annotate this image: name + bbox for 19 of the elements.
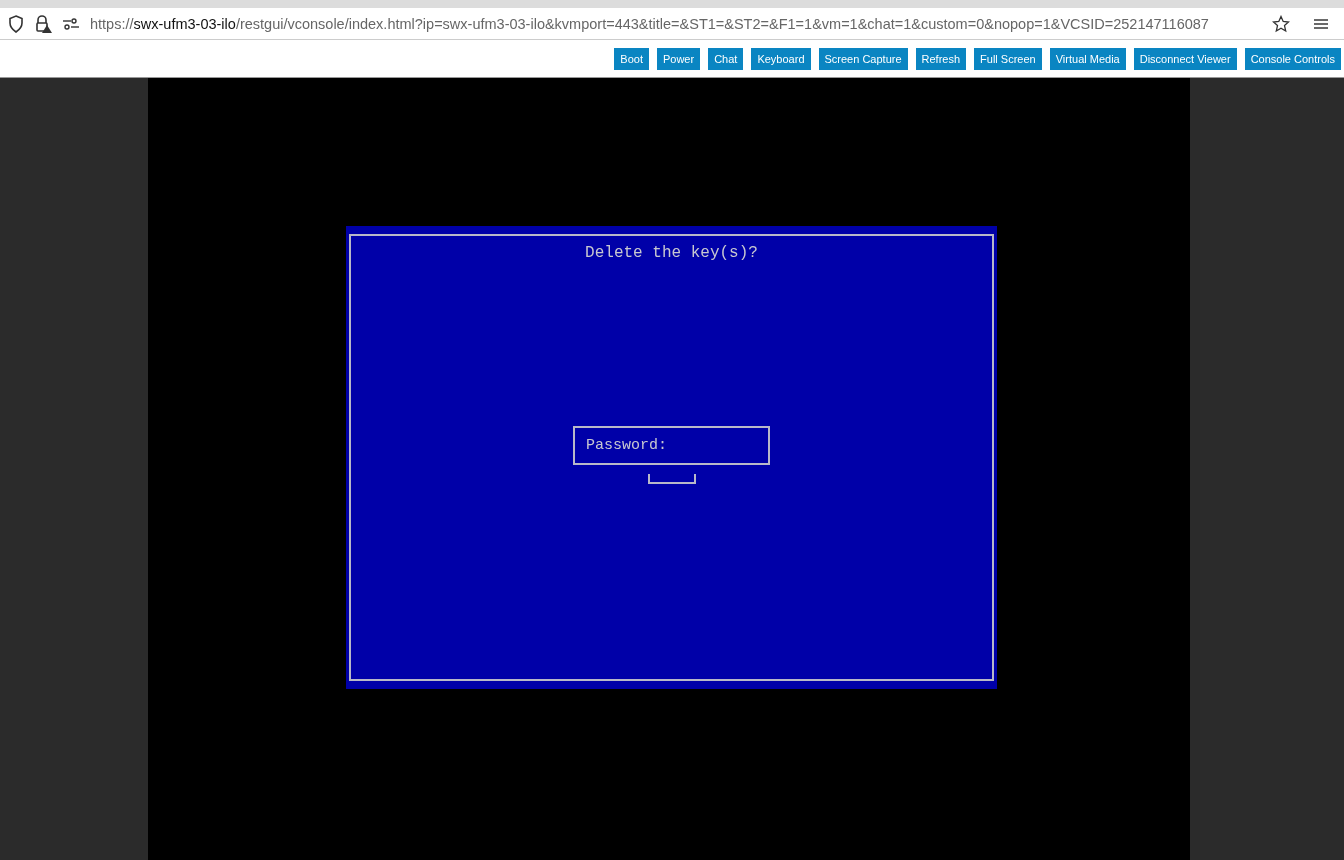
toolbar-button[interactable]: Keyboard bbox=[751, 47, 811, 70]
input-cursor-icon bbox=[647, 474, 696, 484]
toolbar-button[interactable]: Disconnect Viewer bbox=[1133, 47, 1237, 70]
permissions-icon[interactable] bbox=[62, 16, 80, 31]
star-icon[interactable] bbox=[1272, 14, 1290, 33]
toolbar-button[interactable]: Power bbox=[656, 47, 701, 70]
menu-icon[interactable] bbox=[1314, 17, 1328, 30]
toolbar-button[interactable]: Console Controls bbox=[1244, 47, 1341, 70]
toolbar-button[interactable]: Refresh bbox=[915, 47, 967, 70]
dialog-title: Delete the key(s)? bbox=[585, 244, 758, 262]
toolbar-button[interactable]: Boot bbox=[614, 47, 649, 70]
toolbar-button[interactable]: Chat bbox=[708, 47, 744, 70]
toolbar-button[interactable]: Virtual Media bbox=[1049, 47, 1126, 70]
lock-warning-icon[interactable] bbox=[34, 14, 52, 33]
toolbar-button[interactable]: Full Screen bbox=[974, 47, 1042, 70]
shield-icon[interactable] bbox=[8, 14, 24, 33]
password-field[interactable]: Password: bbox=[573, 426, 770, 465]
address-field[interactable]: https://swx-ufm3-03-ilo/restgui/vconsole/index.html?ip=swx-ufm3-03-ilo&kvmport=443&title=&ST1=&ST2=&F1=1&vm=1&chat=1&custom=0&nopop=1&VCSID=252147116087 bbox=[90, 15, 1258, 32]
toolbar-button[interactable]: Screen Capture bbox=[818, 47, 908, 70]
